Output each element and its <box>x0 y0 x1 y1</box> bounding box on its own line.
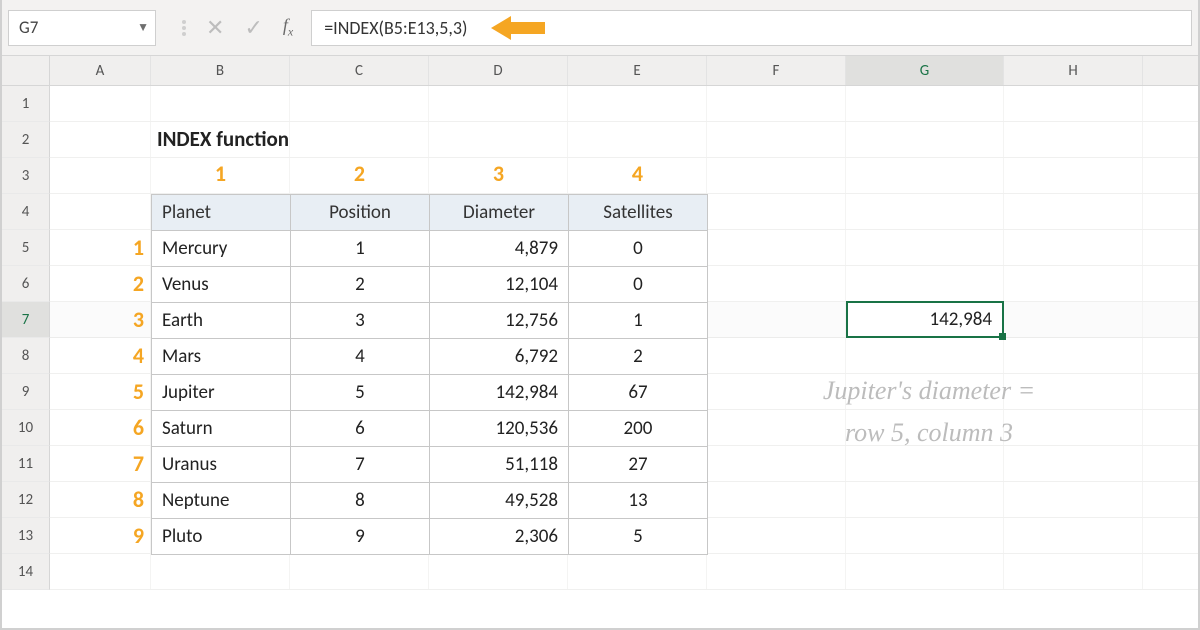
drag-handle-icon[interactable] <box>182 20 186 36</box>
row-header-7[interactable]: 7 <box>2 302 50 338</box>
column-header-F[interactable]: F <box>707 56 846 85</box>
column-header-D[interactable]: D <box>429 56 568 85</box>
formula-input[interactable]: =INDEX(B5:E13,5,3) <box>311 10 1192 46</box>
fx-icon[interactable]: fx <box>283 15 293 40</box>
row-header-1[interactable]: 1 <box>2 86 50 122</box>
grid-body: 1234567891011121314 <box>2 86 1198 590</box>
row-header-10[interactable]: 10 <box>2 410 50 446</box>
column-headers: ABCDEFGH <box>2 56 1198 86</box>
row-header-11[interactable]: 11 <box>2 446 50 482</box>
row-header-8[interactable]: 8 <box>2 338 50 374</box>
name-box-value: G7 <box>19 17 38 38</box>
column-header-H[interactable]: H <box>1004 56 1143 85</box>
formula-text: =INDEX(B5:E13,5,3) <box>324 17 467 39</box>
row-header-12[interactable]: 12 <box>2 482 50 518</box>
active-cell-value: 142,984 <box>929 308 992 331</box>
row-header-13[interactable]: 13 <box>2 518 50 554</box>
enter-icon[interactable]: ✓ <box>244 14 262 41</box>
row-header-2[interactable]: 2 <box>2 122 50 158</box>
row-header-4[interactable]: 4 <box>2 194 50 230</box>
column-header-C[interactable]: C <box>290 56 429 85</box>
row-header-3[interactable]: 3 <box>2 158 50 194</box>
arrow-annotation-icon <box>491 16 545 40</box>
row-header-14[interactable]: 14 <box>2 554 50 590</box>
cancel-icon[interactable]: ✕ <box>206 14 224 41</box>
row-header-5[interactable]: 5 <box>2 230 50 266</box>
row-header-6[interactable]: 6 <box>2 266 50 302</box>
column-header-B[interactable]: B <box>151 56 290 85</box>
name-box[interactable]: G7 ▼ <box>8 10 156 46</box>
column-header-A[interactable]: A <box>50 56 151 85</box>
select-all-corner[interactable] <box>2 56 50 85</box>
column-header-E[interactable]: E <box>568 56 707 85</box>
name-box-dropdown-icon[interactable]: ▼ <box>137 20 149 35</box>
row-headers: 1234567891011121314 <box>2 86 50 590</box>
active-cell[interactable]: 142,984 <box>846 301 1004 338</box>
row-header-9[interactable]: 9 <box>2 374 50 410</box>
column-header-G[interactable]: G <box>846 56 1004 85</box>
cells-area[interactable] <box>50 86 1198 590</box>
formula-bar: G7 ▼ ✕ ✓ fx =INDEX(B5:E13,5,3) <box>2 0 1198 56</box>
formula-bar-controls: ✕ ✓ fx <box>156 14 307 41</box>
